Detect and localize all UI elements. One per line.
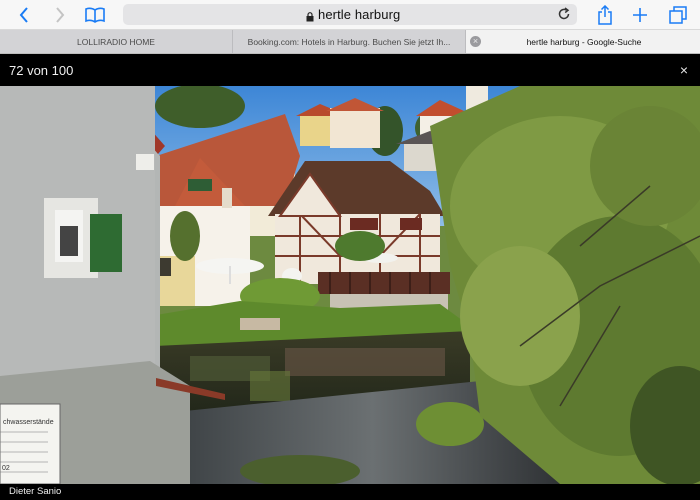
- browser-toolbar: hertle harburg: [0, 0, 700, 30]
- plus-icon[interactable]: [628, 3, 652, 27]
- url-text: hertle harburg: [318, 7, 401, 22]
- sign-text: chwasserstände: [3, 419, 54, 426]
- tabs-overview-icon[interactable]: [666, 3, 690, 27]
- forward-chevron-icon[interactable]: [48, 3, 72, 27]
- photo[interactable]: chwasserstände 02: [0, 86, 700, 484]
- bookmarks-book-icon[interactable]: [83, 3, 107, 27]
- tab-booking[interactable]: Booking.com: Hotels in Harburg. Buchen S…: [233, 30, 466, 53]
- tab-label: LOLLIRADIO HOME: [77, 36, 155, 47]
- lock-icon: [306, 9, 314, 27]
- address-bar[interactable]: hertle harburg: [123, 4, 577, 25]
- tab-close-icon[interactable]: ×: [470, 36, 481, 47]
- share-icon[interactable]: [593, 3, 617, 27]
- photo-scene: chwasserstände 02: [0, 86, 700, 484]
- reload-icon[interactable]: [557, 7, 571, 26]
- tab-label: hertle harburg - Google-Suche: [526, 36, 642, 47]
- tab-label: Booking.com: Hotels in Harburg. Buchen S…: [247, 36, 451, 47]
- photo-caption-bar: Dieter Sanio: [0, 484, 700, 500]
- sign-numbers: 02: [2, 465, 10, 472]
- back-chevron-icon[interactable]: [12, 3, 36, 27]
- close-icon[interactable]: ×: [677, 63, 691, 77]
- tab-bar: LOLLIRADIO HOME Booking.com: Hotels in H…: [0, 30, 700, 54]
- image-viewer-header: 72 von 100 ×: [0, 54, 700, 86]
- image-counter: 72 von 100: [9, 63, 74, 78]
- tab-lolliradio[interactable]: LOLLIRADIO HOME: [0, 30, 233, 53]
- photo-credit: Dieter Sanio: [9, 486, 62, 497]
- tab-google-search[interactable]: × hertle harburg - Google-Suche: [466, 30, 700, 53]
